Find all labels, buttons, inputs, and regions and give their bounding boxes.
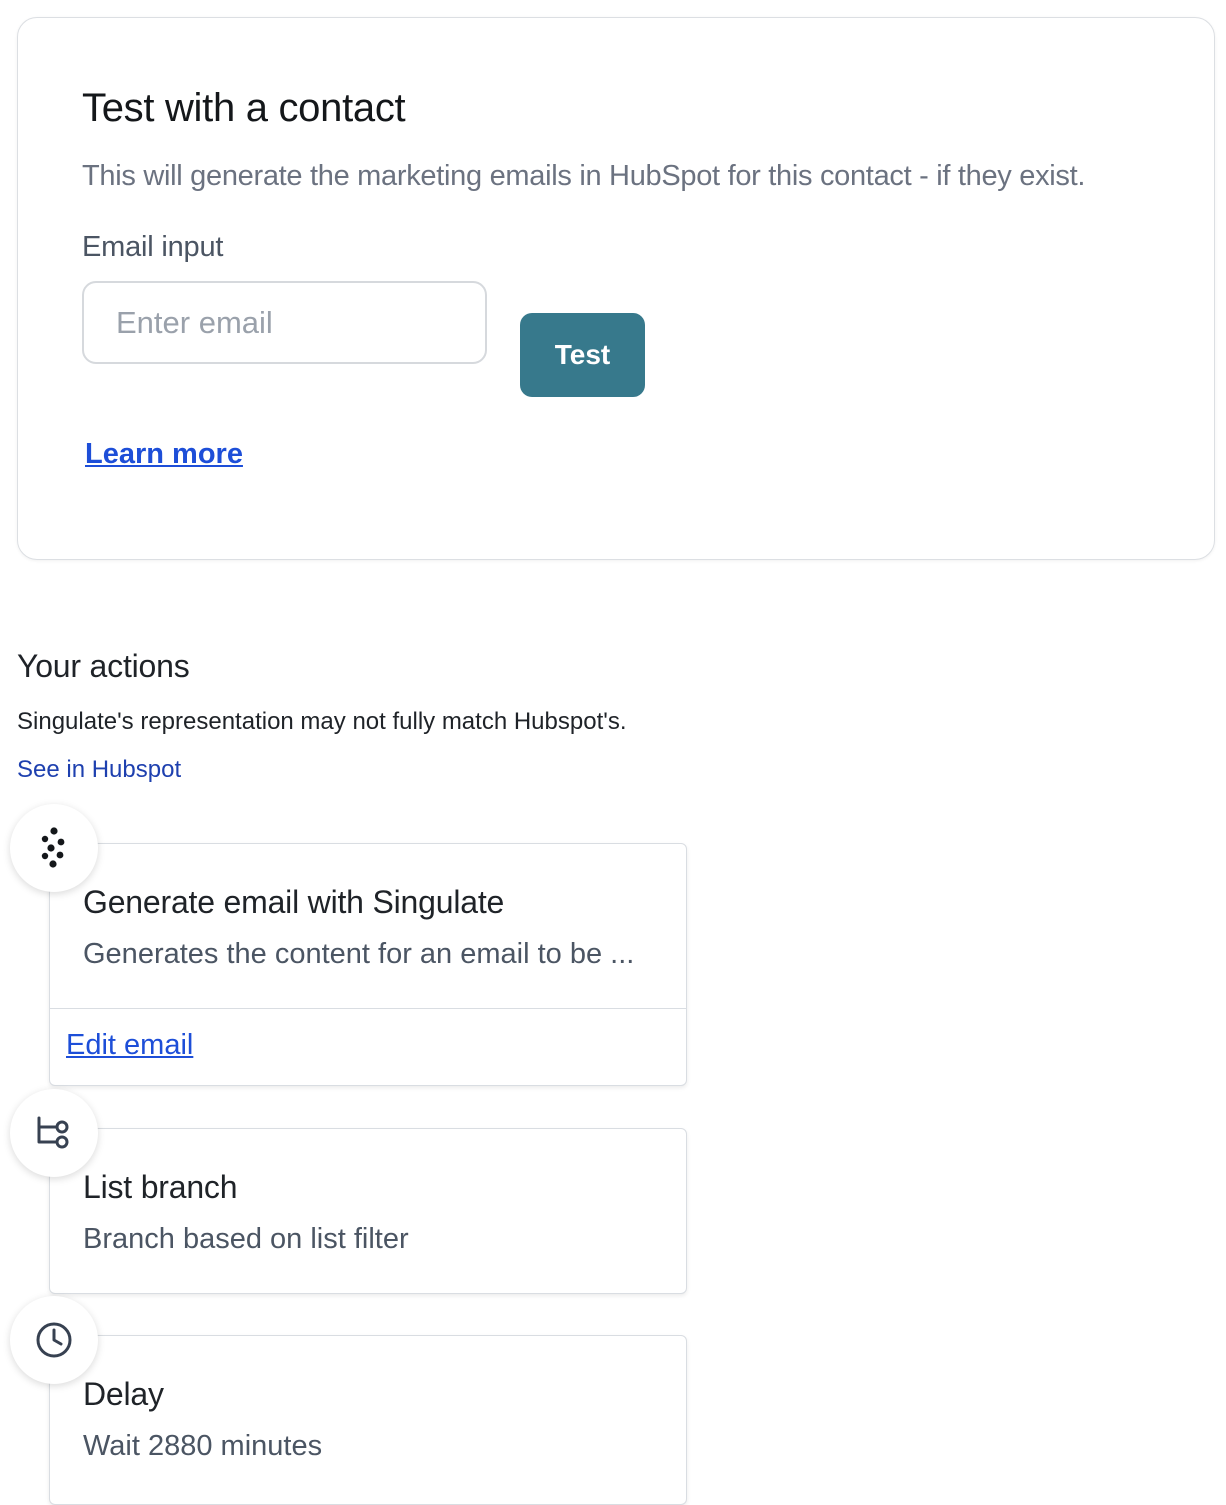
action-card-generate-email[interactable]: Generate email with Singulate Generates … (49, 843, 687, 1086)
edit-email-link[interactable]: Edit email (66, 1029, 193, 1062)
action-title: List branch (83, 1169, 238, 1205)
email-input-label: Email input (82, 231, 224, 263)
test-card-description: This will generate the marketing emails … (82, 160, 1086, 192)
see-in-hubspot-link[interactable]: See in Hubspot (17, 756, 181, 784)
action-description: Wait 2880 minutes (83, 1430, 323, 1462)
action-card-list-branch[interactable]: List branch Branch based on list filter (49, 1128, 687, 1294)
branch-icon (10, 1089, 98, 1177)
test-contact-card: Test with a contact This will generate t… (17, 17, 1215, 560)
action-title: Delay (83, 1376, 164, 1412)
actions-note: Singulate's representation may not fully… (17, 708, 627, 735)
action-description: Branch based on list filter (83, 1223, 409, 1255)
test-card-title: Test with a contact (82, 86, 406, 130)
learn-more-link[interactable]: Learn more (85, 438, 243, 471)
email-input[interactable] (82, 281, 487, 364)
action-card-delay[interactable]: Delay Wait 2880 minutes (49, 1335, 687, 1505)
test-button[interactable]: Test (520, 313, 645, 397)
action-card-footer: Edit email (50, 1008, 686, 1085)
singulate-logo-icon (10, 804, 98, 892)
clock-icon (10, 1296, 98, 1384)
actions-title: Your actions (17, 648, 190, 684)
action-description: Generates the content for an email to be… (83, 938, 635, 970)
action-title: Generate email with Singulate (83, 884, 505, 920)
